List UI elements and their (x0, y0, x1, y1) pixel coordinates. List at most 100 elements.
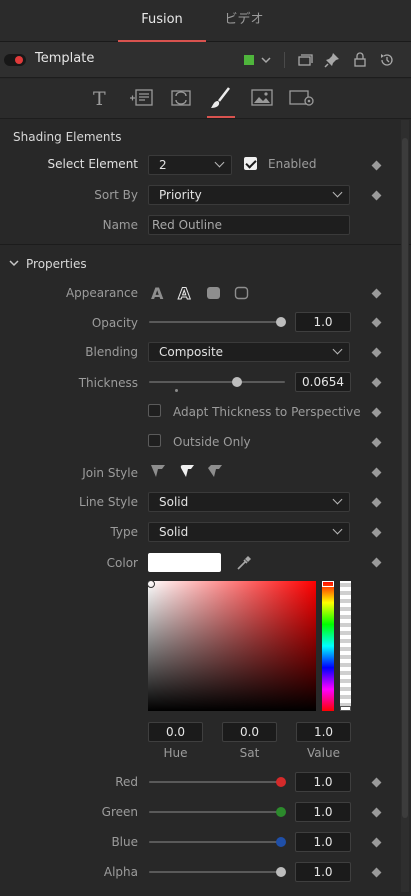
keyframe-diamond-icon[interactable] (371, 317, 382, 328)
red-label: Red (115, 775, 138, 789)
enabled-label: Enabled (268, 157, 317, 171)
alpha-marker[interactable] (340, 706, 351, 711)
join-bevel-icon[interactable] (207, 463, 223, 479)
keyframe-diamond-icon[interactable] (371, 467, 382, 478)
alpha-label: Alpha (103, 865, 138, 879)
keyframe-diamond-icon[interactable] (371, 777, 382, 788)
line-style-dropdown[interactable]: Solid (148, 492, 350, 512)
keyframe-diamond-icon[interactable] (371, 497, 382, 508)
keyframe-diamond-icon[interactable] (371, 288, 382, 299)
join-round-icon[interactable] (179, 463, 195, 479)
section-divider (0, 244, 411, 245)
opacity-slider-knob[interactable] (276, 317, 286, 327)
blending-dropdown[interactable]: Composite (148, 342, 350, 362)
type-label: Type (110, 525, 138, 539)
alpha-value-field[interactable]: 1.0 (295, 862, 351, 882)
sort-by-label: Sort By (94, 188, 138, 202)
appearance-border-icon[interactable] (234, 284, 250, 302)
chevron-down-icon (332, 187, 343, 198)
keyframe-diamond-icon[interactable] (371, 557, 382, 568)
blue-slider-knob[interactable] (276, 837, 286, 847)
adapt-thickness-label: Adapt Thickness to Perspective (173, 405, 361, 419)
keyframe-diamond-icon[interactable] (371, 407, 382, 418)
opacity-slider-track[interactable] (149, 321, 285, 323)
alpha-slider-track[interactable] (149, 871, 285, 873)
settings-tab-icon[interactable] (288, 86, 316, 110)
keyframe-diamond-icon[interactable] (371, 867, 382, 878)
color-swatch[interactable] (148, 553, 221, 572)
tab-fusion[interactable]: Fusion (118, 0, 206, 42)
reset-icon[interactable] (378, 51, 396, 69)
keyframe-diamond-icon[interactable] (371, 527, 382, 538)
transform-tab-icon[interactable] (167, 86, 195, 110)
alpha-slider-knob[interactable] (276, 867, 286, 877)
chevron-down-icon (332, 524, 343, 535)
blue-value-field[interactable]: 1.0 (295, 832, 351, 852)
appearance-block-icon[interactable] (206, 284, 222, 302)
line-style-value: Solid (159, 495, 189, 509)
select-element-value: 2 (159, 158, 167, 172)
keyframe-diamond-icon[interactable] (371, 347, 382, 358)
value-caption: Value (307, 746, 340, 760)
hue-marker[interactable] (322, 581, 334, 587)
green-value-field[interactable]: 1.0 (295, 802, 351, 822)
thickness-label: Thickness (78, 376, 138, 390)
alpha-strip[interactable] (340, 581, 351, 711)
keyframe-diamond-icon[interactable] (371, 807, 382, 818)
appearance-outline-icon[interactable]: A (177, 284, 193, 304)
opacity-value-field[interactable]: 1.0 (295, 312, 351, 332)
thickness-slider-knob[interactable] (232, 377, 242, 387)
keyframe-diamond-icon[interactable] (371, 377, 382, 388)
appearance-text-icon[interactable]: A (150, 284, 166, 303)
pin-icon[interactable] (323, 51, 341, 69)
node-color-swatch[interactable] (244, 55, 254, 65)
image-tab-icon[interactable] (248, 86, 276, 110)
chevron-down-icon[interactable] (8, 257, 20, 269)
keyframe-diamond-icon[interactable] (371, 837, 382, 848)
top-tab-bar: Fusion ビデオ (0, 0, 411, 42)
text-tab-icon[interactable]: T (87, 86, 115, 110)
outside-only-label: Outside Only (173, 435, 251, 449)
keyframe-diamond-icon[interactable] (371, 160, 382, 171)
node-enable-toggle[interactable] (4, 54, 26, 66)
thickness-slider-track[interactable] (149, 381, 285, 383)
red-slider-knob[interactable] (276, 777, 286, 787)
select-element-dropdown[interactable]: 2 (148, 155, 232, 175)
scrollbar-thumb[interactable] (402, 138, 408, 818)
name-input[interactable]: Red Outline (148, 215, 350, 235)
green-slider-knob[interactable] (276, 807, 286, 817)
shading-elements-title: Shading Elements (13, 130, 122, 144)
outside-only-checkbox[interactable] (148, 434, 161, 447)
color-label: Color (106, 556, 138, 570)
red-value-field[interactable]: 1.0 (295, 772, 351, 792)
hue-value-field[interactable]: 0.0 (148, 722, 203, 742)
join-miter-icon[interactable] (150, 463, 166, 479)
red-slider-track[interactable] (149, 781, 285, 783)
properties-title[interactable]: Properties (26, 257, 87, 271)
join-style-label: Join Style (82, 466, 138, 480)
shading-tab-icon[interactable] (207, 86, 235, 118)
sort-by-dropdown[interactable]: Priority (148, 185, 350, 205)
enabled-checkbox[interactable] (244, 157, 257, 170)
layout-tab-icon[interactable] (128, 86, 156, 110)
adapt-thickness-checkbox[interactable] (148, 404, 161, 417)
eyedropper-icon[interactable] (236, 555, 252, 571)
saturation-value-picker[interactable] (147, 580, 316, 711)
tab-video[interactable]: ビデオ (208, 0, 280, 42)
picker-cursor[interactable] (147, 580, 155, 588)
lock-icon[interactable] (351, 51, 369, 69)
hue-caption: Hue (163, 746, 188, 760)
opacity-label: Opacity (91, 316, 138, 330)
keyframe-diamond-icon[interactable] (371, 190, 382, 201)
versions-icon[interactable] (296, 51, 314, 69)
blue-slider-track[interactable] (149, 841, 285, 843)
green-slider-track[interactable] (149, 811, 285, 813)
value-value-field[interactable]: 1.0 (296, 722, 351, 742)
chevron-down-icon (332, 494, 343, 505)
hue-strip[interactable] (322, 581, 334, 711)
thickness-value-field[interactable]: 0.0654 (295, 372, 351, 392)
chevron-down-icon[interactable] (259, 51, 273, 69)
keyframe-diamond-icon[interactable] (371, 437, 382, 448)
type-dropdown[interactable]: Solid (148, 522, 350, 542)
sat-value-field[interactable]: 0.0 (222, 722, 277, 742)
